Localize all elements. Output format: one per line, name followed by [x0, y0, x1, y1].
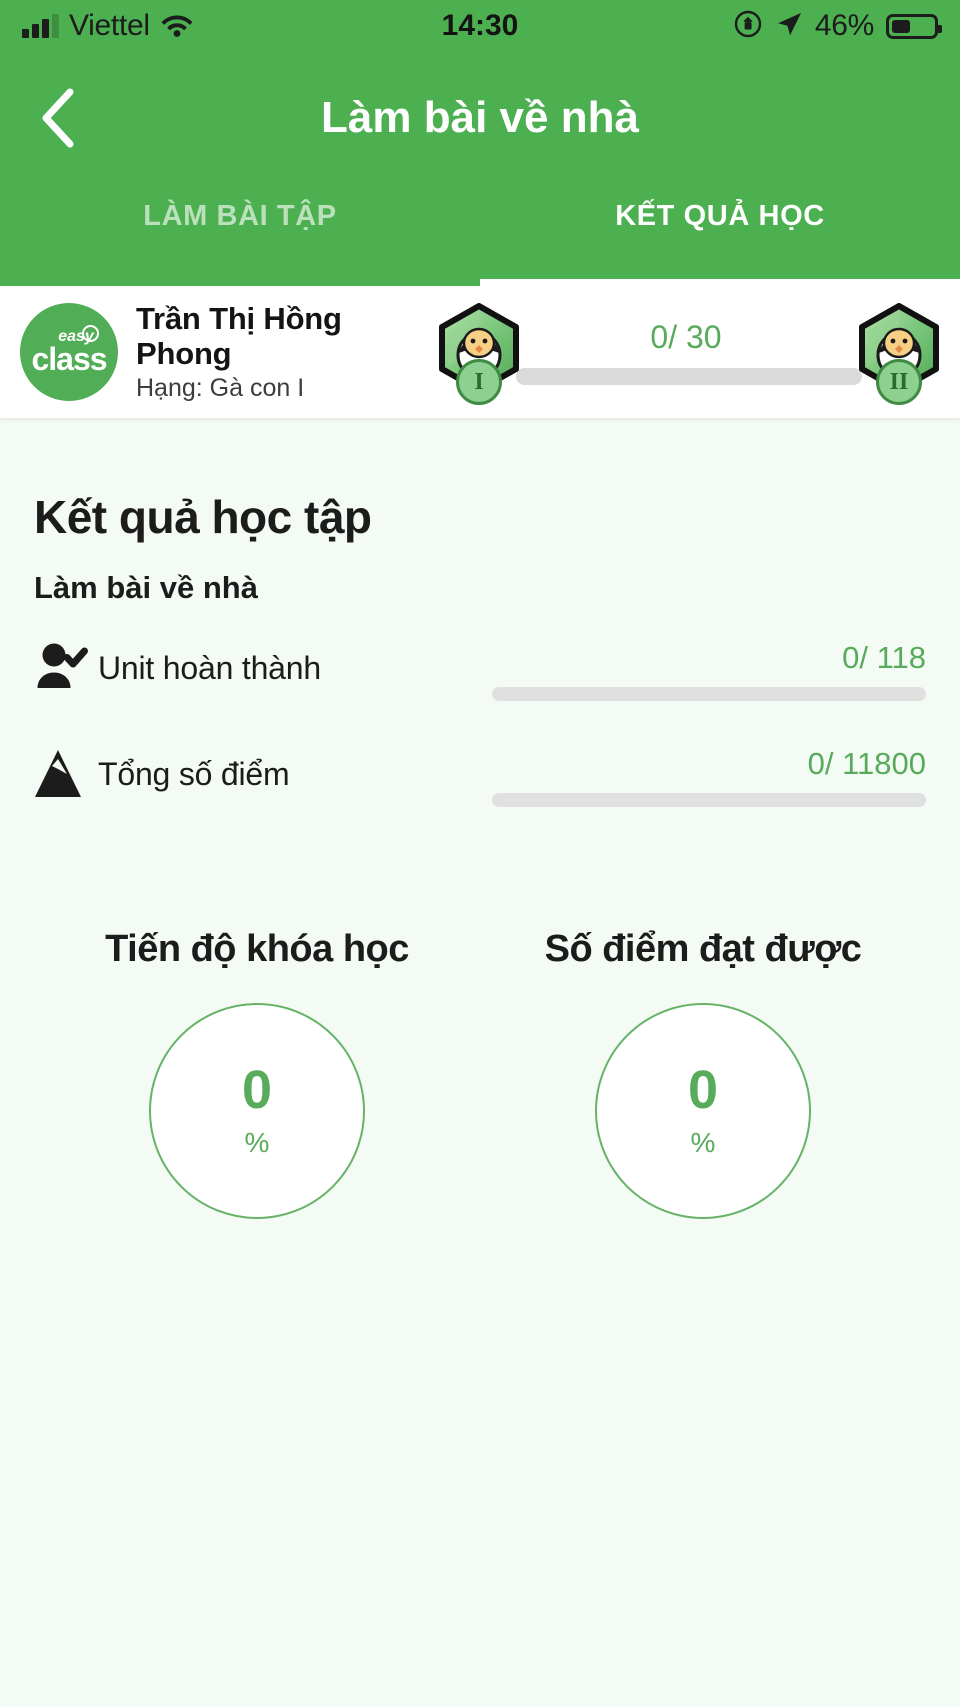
- stat-progress-bar: [492, 793, 926, 807]
- avatar-logo-class: class: [31, 341, 107, 377]
- back-chevron-icon: [42, 88, 74, 148]
- gauge-dial: 0 %: [149, 1003, 365, 1219]
- stat-row: Tổng số điểm 0/ 11800: [34, 746, 926, 818]
- status-bar: Viettel 14:30 46%: [0, 0, 960, 52]
- page-title: Làm bài về nhà: [321, 93, 639, 142]
- back-button[interactable]: [26, 86, 90, 150]
- current-rank-badge: I: [436, 303, 522, 405]
- stat-value: 0/ 118: [842, 640, 926, 675]
- gauge-title: Tiến độ khóa học: [105, 928, 409, 970]
- rank-progress-middle: 0/ 30: [516, 293, 862, 411]
- stat-progress-group: 0/ 11800: [492, 746, 926, 807]
- status-bar-right: 46%: [518, 9, 943, 44]
- tab-ket-qua-hoc[interactable]: KẾT QUẢ HỌC: [480, 184, 960, 286]
- tab-lam-bai-tap[interactable]: LÀM BÀI TẬP: [0, 184, 480, 286]
- rank-progress-bar: [516, 368, 862, 385]
- active-tab-indicator: [480, 279, 960, 286]
- gauge-dial: 0 %: [595, 1003, 811, 1219]
- current-rank-level: I: [456, 359, 502, 405]
- profile-identity: Trần Thị Hồng Phong Hạng: Gà con I: [136, 301, 436, 403]
- stat-progress-bar: [492, 687, 926, 701]
- battery-icon: [886, 13, 943, 39]
- stat-label-group: Unit hoàn thành: [34, 640, 492, 696]
- gauge-course-progress: Tiến độ khóa học 0 %: [34, 928, 480, 1219]
- gauge-group: Tiến độ khóa học 0 % Số điểm đạt được 0 …: [34, 928, 926, 1219]
- next-rank-level: II: [876, 359, 922, 405]
- battery-percent-label: 46%: [814, 9, 875, 42]
- stat-progress-group: 0/ 118: [492, 640, 926, 701]
- rank-progress-value: 0/ 30: [650, 319, 722, 355]
- main-content: Kết quả học tập Làm bài về nhà Unit hoàn…: [0, 490, 960, 1219]
- user-name: Trần Thị Hồng Phong: [136, 300, 342, 371]
- navigation-bar: Làm bài về nhà: [0, 52, 960, 184]
- signal-bars-icon: [22, 14, 59, 38]
- mountain-icon: [34, 746, 98, 802]
- avatar-logo-ring-icon: [82, 325, 99, 342]
- results-heading: Kết quả học tập: [34, 491, 372, 543]
- gauge-value: 0: [241, 1060, 273, 1120]
- status-bar-left: Viettel: [22, 9, 442, 43]
- gauge-title: Số điểm đạt được: [544, 928, 862, 970]
- gauge-value: 0: [687, 1060, 719, 1120]
- gauge-unit: %: [690, 1127, 716, 1158]
- gauge-unit: %: [244, 1127, 270, 1158]
- stat-row: Unit hoàn thành 0/ 118: [34, 640, 926, 712]
- profile-card: easy class Trần Thị Hồng Phong Hạng: Gà …: [0, 286, 960, 418]
- carrier-label: Viettel: [69, 9, 150, 42]
- stat-label: Tổng số điểm: [98, 755, 290, 792]
- stat-label: Unit hoàn thành: [98, 649, 321, 686]
- status-bar-center: 14:30: [442, 9, 519, 43]
- results-subheading: Làm bài về nhà: [34, 570, 258, 605]
- stat-value: 0/ 11800: [807, 746, 926, 781]
- stat-label-group: Tổng số điểm: [34, 746, 492, 802]
- person-check-icon: [34, 640, 98, 696]
- app-screen: Viettel 14:30 46% Làm bài về nhà LÀM BÀI…: [0, 0, 960, 1707]
- rank-progress: I 0/ 30 II: [436, 293, 942, 411]
- next-rank-badge: II: [856, 303, 942, 405]
- user-rank: Hạng: Gà con I: [136, 374, 305, 403]
- location-arrow-icon: [775, 10, 803, 43]
- tab-bar: LÀM BÀI TẬP KẾT QUẢ HỌC: [0, 184, 960, 286]
- clock-label: 14:30: [441, 9, 519, 42]
- gauge-points-achieved: Số điểm đạt được 0 %: [480, 928, 926, 1219]
- wifi-icon: [160, 11, 194, 42]
- rotation-lock-icon: [733, 9, 763, 44]
- app-header: Làm bài về nhà LÀM BÀI TẬP KẾT QUẢ HỌC: [0, 52, 960, 286]
- avatar[interactable]: easy class: [20, 303, 118, 401]
